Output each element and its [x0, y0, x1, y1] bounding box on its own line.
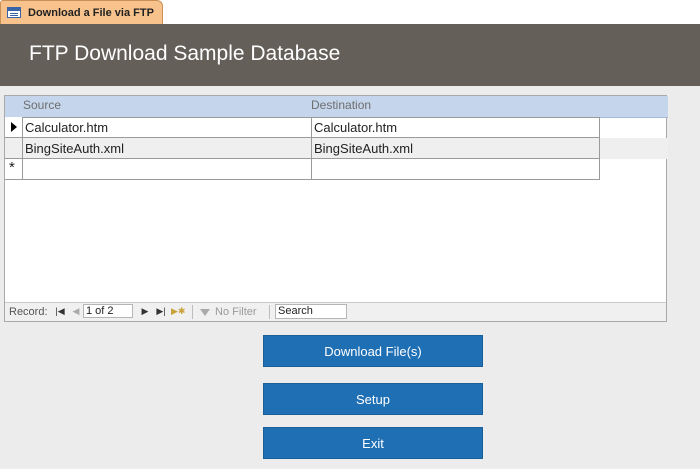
cell-source[interactable]: BingSiteAuth.xml	[23, 138, 312, 159]
column-header-destination[interactable]: Destination	[311, 98, 371, 112]
filter-icon	[200, 309, 210, 316]
current-record-icon	[11, 122, 17, 132]
download-files-button[interactable]: Download File(s)	[263, 335, 483, 367]
search-input[interactable]: Search	[275, 304, 347, 319]
form-header: FTP Download Sample Database	[0, 24, 700, 86]
first-record-icon[interactable]: |◀	[54, 305, 66, 318]
tab-download-file[interactable]: Download a File via FTP	[0, 0, 163, 24]
next-record-icon[interactable]: ▶	[139, 305, 151, 318]
record-position-input[interactable]: 1 of 2	[83, 304, 133, 318]
record-label: Record:	[9, 306, 48, 318]
cell-source[interactable]	[23, 159, 312, 180]
table-row[interactable]: BingSiteAuth.xml BingSiteAuth.xml	[5, 138, 668, 159]
cell-source[interactable]: Calculator.htm	[23, 117, 312, 138]
new-record-row[interactable]: *	[5, 159, 668, 180]
new-record-icon[interactable]: ▶✱	[171, 305, 185, 318]
cell-destination[interactable]: Calculator.htm	[312, 117, 600, 138]
filter-label: No Filter	[215, 306, 257, 318]
tab-label: Download a File via FTP	[28, 6, 154, 19]
record-selector[interactable]	[5, 117, 23, 138]
record-selector[interactable]	[5, 138, 23, 159]
previous-record-icon[interactable]: ◀	[70, 305, 82, 318]
tab-strip: Download a File via FTP	[0, 0, 700, 24]
new-record-marker: *	[9, 159, 15, 176]
table-row[interactable]: Calculator.htm Calculator.htm	[5, 117, 668, 138]
form-icon	[7, 7, 21, 18]
record-selector[interactable]: *	[5, 159, 23, 180]
cell-destination[interactable]: BingSiteAuth.xml	[312, 138, 600, 159]
exit-button[interactable]: Exit	[263, 427, 483, 459]
column-header-source[interactable]: Source	[23, 98, 61, 112]
column-headers: Source Destination	[5, 96, 668, 118]
setup-button[interactable]: Setup	[263, 383, 483, 415]
record-navigation-bar: Record: |◀ ◀ 1 of 2 ▶ ▶| ▶✱ No Filter Se…	[5, 302, 666, 321]
datasheet: Source Destination Calculator.htm Calcul…	[4, 95, 668, 322]
last-record-icon[interactable]: ▶|	[155, 305, 167, 318]
cell-destination[interactable]	[312, 159, 600, 180]
page-title: FTP Download Sample Database	[29, 42, 341, 65]
no-filter-button[interactable]: No Filter	[200, 306, 257, 318]
